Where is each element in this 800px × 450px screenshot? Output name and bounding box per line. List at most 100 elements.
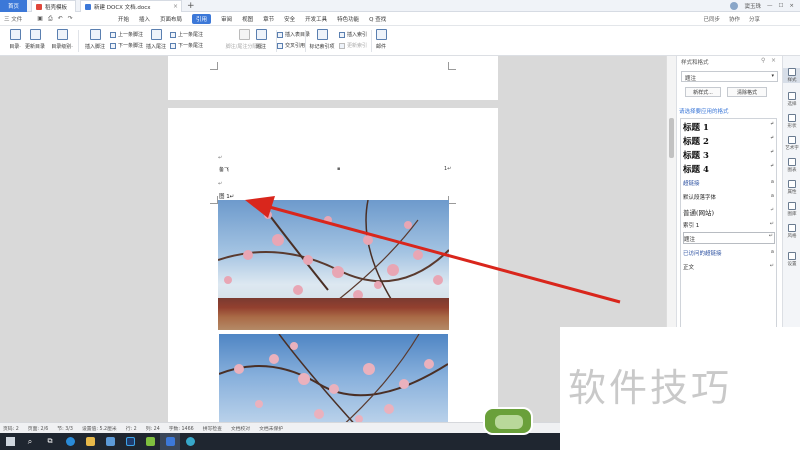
tool-wordart[interactable]: 艺术字	[783, 136, 800, 151]
style-item-selected[interactable]: 题注 ↵	[683, 232, 775, 244]
tool-theme[interactable]: 风格	[783, 224, 800, 239]
scrollbar-thumb[interactable]	[669, 118, 674, 158]
search-icon: ⌕	[27, 436, 33, 446]
cross-reference-icon	[277, 42, 283, 49]
menu-item-security[interactable]: 安全	[284, 15, 295, 23]
caption-button-2[interactable]: 题注	[250, 28, 272, 54]
new-tab-button[interactable]: +	[187, 0, 195, 12]
menu-item-layout[interactable]: 页面布局	[160, 15, 182, 23]
status-word-count[interactable]: 字数: 1466	[169, 425, 194, 432]
menu-item-insert[interactable]: 插入	[139, 15, 150, 23]
tool-styles[interactable]: 样式	[783, 68, 800, 83]
style-item[interactable]: 标题 3 ↵	[683, 149, 775, 161]
mark-index-icon	[316, 29, 328, 40]
caption-text[interactable]: 图 1↵	[219, 192, 234, 200]
taskbar-app[interactable]	[100, 433, 120, 450]
header-center-dot: ▪	[337, 166, 341, 172]
tab-document[interactable]: 新建 DOCX 文档.docx ×	[80, 0, 182, 12]
collab-button[interactable]: 协作	[729, 15, 740, 23]
next-endnote-button[interactable]: 下一条尾注	[170, 41, 203, 50]
user-name[interactable]: 窦玉珠	[744, 2, 761, 10]
clear-format-button[interactable]: 清除格式	[727, 87, 767, 97]
maximize-icon[interactable]: ☐	[778, 3, 783, 9]
taskbar-app[interactable]	[160, 433, 180, 450]
taskbar-app[interactable]	[180, 433, 200, 450]
plum-blossom-photo-2[interactable]	[219, 334, 448, 429]
prev-endnote-button[interactable]: 上一条尾注	[170, 30, 203, 39]
next-footnote-button[interactable]: 下一条脚注	[110, 41, 143, 50]
tab-home[interactable]: 首页	[0, 0, 27, 12]
start-button[interactable]	[0, 433, 20, 450]
style-item[interactable]: 标题 4 ↵	[683, 163, 775, 175]
status-pages[interactable]: 页面: 2/6	[28, 425, 48, 432]
tool-label: 形状	[787, 124, 797, 129]
tool-label: 属性	[787, 190, 797, 195]
redo-icon[interactable]: ↷	[68, 15, 73, 22]
tool-select[interactable]: 选择	[783, 92, 800, 107]
prev-footnote-button[interactable]: 上一条脚注	[110, 30, 143, 39]
avatar[interactable]	[730, 2, 739, 10]
page-corner-mark	[448, 62, 456, 70]
style-item[interactable]: 标题 2 ↵	[683, 135, 775, 147]
doc-proof-button[interactable]: 文档校对	[231, 425, 250, 432]
page[interactable]	[168, 56, 498, 100]
style-item[interactable]: 索引 1 ↵	[683, 221, 775, 229]
update-index-button[interactable]: 更新索引	[339, 41, 367, 50]
style-item[interactable]: 正文 ↵	[683, 263, 775, 271]
plum-blossom-photo-1[interactable]	[218, 200, 449, 330]
close-icon[interactable]: ×	[173, 3, 178, 10]
undo-icon[interactable]: ↶	[58, 15, 63, 22]
style-mark: a	[770, 179, 774, 185]
menu-item-section[interactable]: 章节	[263, 15, 274, 23]
insert-endnote-label: 插入尾注	[145, 44, 166, 50]
sync-status[interactable]: 已同步	[703, 15, 720, 23]
paragraph-mark: ↵	[218, 181, 223, 187]
tool-properties[interactable]: 属性	[783, 180, 800, 195]
taskbar-task-view[interactable]: ⧉	[40, 433, 60, 450]
menu-item-references[interactable]: 引用	[192, 13, 212, 24]
gamepad-icon	[495, 415, 523, 429]
insert-index-button[interactable]: 插入索引	[339, 30, 367, 39]
menu-item-developer[interactable]: 开发工具	[305, 15, 327, 23]
toc-level-button[interactable]: 目录级别·	[45, 28, 79, 54]
insert-footnote-button[interactable]: 插入脚注	[80, 28, 110, 54]
tool-settings[interactable]: 设置	[783, 252, 800, 267]
menu-item-start[interactable]: 开始	[118, 15, 129, 23]
pin-icon[interactable]: ⚲	[761, 57, 765, 64]
menu-item-view[interactable]: 视图	[242, 15, 253, 23]
tool-chart[interactable]: 图表	[783, 158, 800, 173]
taskbar-app[interactable]	[60, 433, 80, 450]
mail-button[interactable]: 邮件	[370, 28, 392, 54]
taskbar-search[interactable]: ⌕	[20, 433, 40, 450]
taskbar-app[interactable]	[120, 433, 140, 450]
print-icon[interactable]: ⎙	[48, 15, 53, 23]
style-item[interactable]: 标题 1 ↵	[683, 121, 775, 133]
new-style-button[interactable]: 新样式...	[685, 87, 721, 97]
tool-shape[interactable]: 形状	[783, 114, 800, 129]
insert-endnote-button[interactable]: 插入尾注	[141, 28, 171, 54]
close-window-icon[interactable]: ×	[789, 3, 794, 9]
tab-template[interactable]: 稻壳模板	[31, 0, 76, 12]
protect-status[interactable]: 文档未保护	[259, 425, 283, 432]
cross-reference-button[interactable]: 交叉引用	[277, 41, 305, 50]
menu-item-review[interactable]: 审阅	[221, 15, 232, 23]
taskbar-app[interactable]	[80, 433, 100, 450]
file-menu[interactable]: 三 文件	[4, 15, 22, 23]
style-item[interactable]: 已访问的超链接 a	[683, 249, 775, 257]
minimize-icon[interactable]: —	[767, 3, 773, 9]
save-icon[interactable]: ▣	[37, 15, 43, 22]
taskbar-app[interactable]	[140, 433, 160, 450]
properties-icon	[788, 180, 796, 188]
floating-widget[interactable]	[483, 407, 533, 435]
style-item[interactable]: 普通(网站) ↵	[683, 207, 775, 217]
close-icon[interactable]: ×	[771, 57, 776, 64]
style-item[interactable]: 默认段落字体 a	[683, 193, 775, 201]
tool-gallery[interactable]: 图库	[783, 202, 800, 217]
style-item[interactable]: 超链接 a	[683, 179, 775, 187]
spell-check-button[interactable]: 拼写检查	[203, 425, 222, 432]
search-button[interactable]: Q 查找	[369, 15, 386, 23]
share-button[interactable]: 分享	[749, 15, 760, 23]
mark-index-button[interactable]: 标记索引项	[307, 28, 337, 54]
menu-item-features[interactable]: 特色功能	[337, 15, 359, 23]
current-style-select[interactable]: 题注 ▾	[681, 71, 778, 82]
